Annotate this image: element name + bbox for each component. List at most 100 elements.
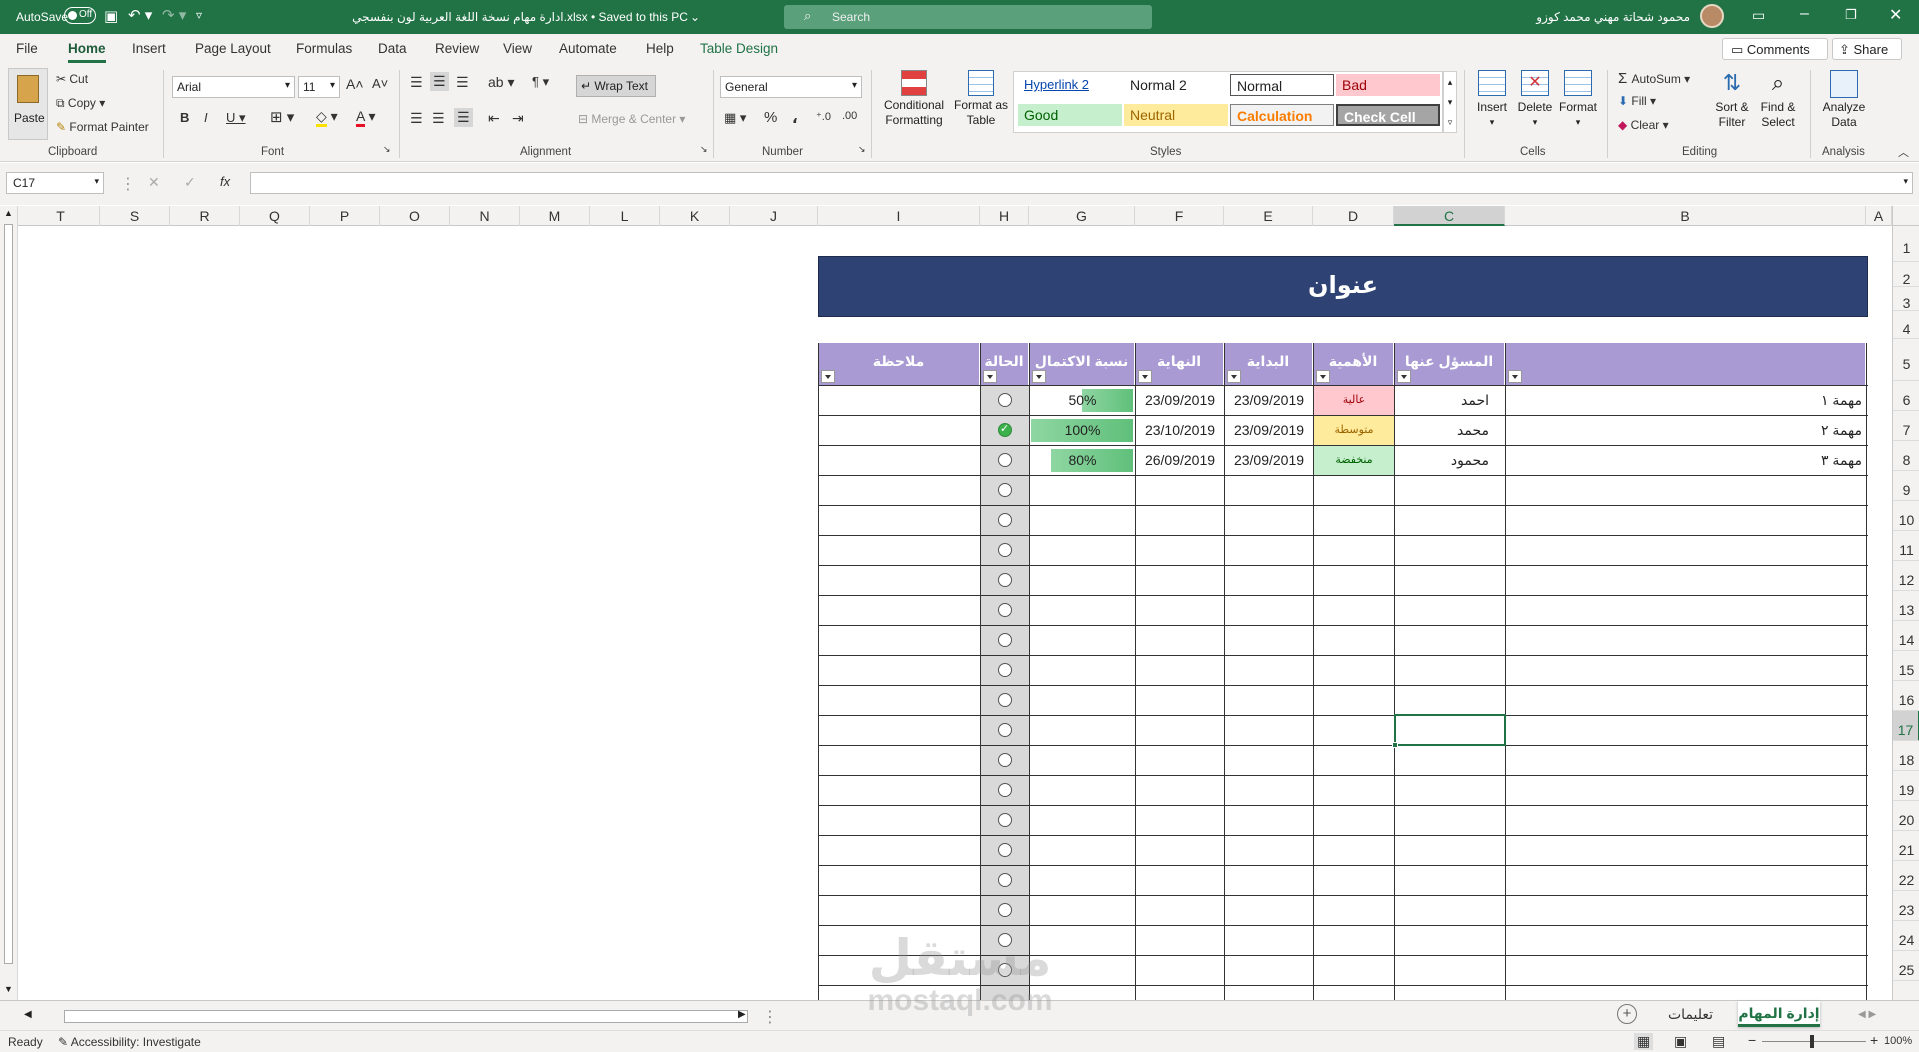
sheet-title[interactable]: عنوان <box>818 256 1868 317</box>
row-header-22[interactable]: 22 <box>1893 861 1919 891</box>
restore-icon[interactable]: ❐ <box>1845 7 1857 23</box>
save-icon[interactable]: ▣ <box>104 7 118 25</box>
status-radio[interactable] <box>998 393 1012 407</box>
column-header-Q[interactable]: Q <box>240 206 310 226</box>
status-radio[interactable] <box>998 813 1012 827</box>
tab-file[interactable]: File <box>16 41 38 56</box>
column-header-O[interactable]: O <box>380 206 450 226</box>
status-radio[interactable] <box>998 633 1012 647</box>
currency-icon[interactable]: ▦ ▾ <box>724 110 746 126</box>
status-radio[interactable] <box>998 543 1012 557</box>
page-break-view-icon[interactable]: ▤ <box>1712 1033 1725 1050</box>
status-radio[interactable] <box>998 753 1012 767</box>
user-name[interactable]: محمود شحاتة مهني محمد كوزو <box>1534 10 1690 24</box>
copy-button[interactable]: ⧉ Copy ▾ <box>56 96 105 111</box>
comma-icon[interactable]: ، <box>792 109 798 127</box>
style-bad[interactable]: Bad <box>1336 74 1440 96</box>
column-header-L[interactable]: L <box>590 206 660 226</box>
tab-nav-icon[interactable]: ◀ ▶ <box>1858 1009 1876 1020</box>
delete-cells-button[interactable]: ✕ Delete ▾ <box>1514 68 1556 144</box>
filter-dropdown-icon[interactable] <box>1397 370 1411 383</box>
row-header-9[interactable]: 9 <box>1893 471 1919 501</box>
search-box[interactable]: ⌕ Search <box>784 5 1152 29</box>
column-header-P[interactable]: P <box>310 206 380 226</box>
row-header-12[interactable]: 12 <box>1893 561 1919 591</box>
borders-icon[interactable]: ⊞ ▾ <box>270 108 294 126</box>
column-header-H[interactable]: H <box>980 206 1029 226</box>
row-header-5[interactable]: 5 <box>1893 339 1919 381</box>
increase-font-icon[interactable]: A˄ <box>346 76 364 92</box>
header-task[interactable] <box>1505 343 1866 385</box>
style-neutral[interactable]: Neutral <box>1124 104 1228 126</box>
format-painter-button[interactable]: ✎ Format Painter <box>56 120 149 134</box>
header-note[interactable]: ملاحظة <box>818 343 980 385</box>
vertical-scrollbar[interactable]: ▲ ▼ <box>0 206 18 1000</box>
status-radio[interactable] <box>998 783 1012 797</box>
font-size-select[interactable]: 11 ▾ <box>298 76 340 98</box>
start-date-cell[interactable]: 23/09/2019 <box>1225 446 1313 475</box>
end-date-cell[interactable]: 26/09/2019 <box>1136 446 1224 475</box>
header-owner[interactable]: المسؤل عنها <box>1394 343 1505 385</box>
collapse-ribbon-icon[interactable]: ︿ <box>1898 144 1909 160</box>
decrease-indent-icon[interactable]: ⇤ <box>488 110 500 127</box>
scroll-right-icon[interactable]: ▶ <box>738 1009 746 1020</box>
column-header-I[interactable]: I <box>818 206 980 226</box>
merge-center-button[interactable]: ⊟ Merge & Center ▾ <box>578 112 685 126</box>
avatar[interactable] <box>1700 4 1724 28</box>
column-header-F[interactable]: F <box>1135 206 1224 226</box>
conditional-formatting-button[interactable]: Conditional Formatting <box>878 68 950 144</box>
normal-view-icon[interactable]: ▦ <box>1634 1033 1654 1050</box>
row-header-10[interactable]: 10 <box>1893 501 1919 531</box>
tab-help[interactable]: Help <box>646 41 674 56</box>
styles-scroll[interactable]: ▴ ▾ ▿ <box>1443 71 1457 133</box>
scroll-left-icon[interactable]: ◀ <box>24 1009 32 1020</box>
tab-review[interactable]: Review <box>435 41 479 56</box>
row-header-11[interactable]: 11 <box>1893 531 1919 561</box>
cell-styles-gallery[interactable]: Hyperlink 2 Normal 2 Normal Bad Good Neu… <box>1013 71 1443 133</box>
filter-dropdown-icon[interactable] <box>1508 370 1522 383</box>
column-header-G[interactable]: G <box>1029 206 1135 226</box>
style-calculation[interactable]: Calculation <box>1230 104 1334 126</box>
scroll-thumb[interactable] <box>4 224 13 964</box>
zoom-slider[interactable] <box>1762 1035 1866 1048</box>
align-center-icon[interactable]: ☰ <box>432 110 445 127</box>
row-header-24[interactable]: 24 <box>1893 921 1919 951</box>
analyze-data-button[interactable]: Analyze Data <box>1818 68 1870 144</box>
header-priority[interactable]: الأهمية <box>1313 343 1394 385</box>
ribbon-display-icon[interactable]: ▭ <box>1752 7 1765 24</box>
select-all-corner[interactable] <box>1892 206 1919 226</box>
start-date-cell[interactable]: 23/09/2019 <box>1225 416 1313 445</box>
owner-cell[interactable]: محمد <box>1395 416 1505 445</box>
row-header-17[interactable]: 17 <box>1893 711 1919 741</box>
align-bottom-icon[interactable]: ☰ <box>456 74 469 91</box>
priority-cell[interactable]: منخفضة <box>1314 446 1394 475</box>
sort-filter-button[interactable]: ⇅ Sort & Filter <box>1710 68 1754 144</box>
row-header-13[interactable]: 13 <box>1893 591 1919 621</box>
close-icon[interactable]: ✕ <box>1889 5 1902 25</box>
align-middle-icon[interactable]: ☰ <box>430 72 449 91</box>
column-header-C[interactable]: C <box>1394 206 1505 226</box>
increase-indent-icon[interactable]: ⇥ <box>512 110 524 127</box>
align-top-icon[interactable]: ☰ <box>410 74 423 91</box>
header-end[interactable]: النهاية <box>1135 343 1224 385</box>
style-hyperlink-2[interactable]: Hyperlink 2 <box>1018 74 1122 96</box>
scroll-up-icon[interactable]: ▲ <box>4 208 13 218</box>
column-header-A[interactable]: A <box>1866 206 1892 226</box>
decrease-decimal-icon[interactable]: .00 <box>842 110 857 122</box>
font-name-select[interactable]: Arial ▾ <box>172 76 295 98</box>
share-button[interactable]: ⇪ Share <box>1832 38 1902 60</box>
row-header-20[interactable]: 20 <box>1893 801 1919 831</box>
redo-icon[interactable]: ↷ ▾ <box>162 6 186 24</box>
fill-color-icon[interactable]: ◇ ▾ <box>316 108 338 127</box>
percent-icon[interactable]: % <box>764 109 777 126</box>
start-date-cell[interactable]: 23/09/2019 <box>1225 386 1313 415</box>
zoom-level[interactable]: 100% <box>1884 1035 1912 1047</box>
sheet-tab-instructions[interactable]: تعليمات <box>1668 1006 1713 1023</box>
column-header-N[interactable]: N <box>450 206 520 226</box>
filter-dropdown-icon[interactable] <box>821 370 835 383</box>
column-header-M[interactable]: M <box>520 206 590 226</box>
text-direction-icon[interactable]: ¶ ▾ <box>532 74 549 90</box>
tab-automate[interactable]: Automate <box>559 41 617 56</box>
filter-dropdown-icon[interactable] <box>1227 370 1241 383</box>
style-check-cell[interactable]: Check Cell <box>1336 104 1440 126</box>
